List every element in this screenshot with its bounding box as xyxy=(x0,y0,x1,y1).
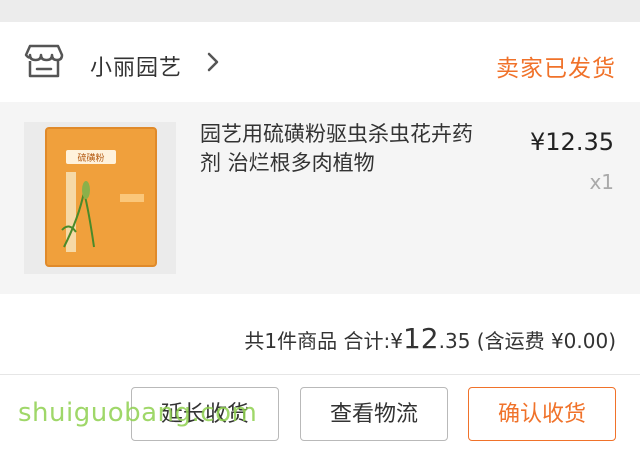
shop-name[interactable]: 小丽园艺 xyxy=(90,50,182,82)
confirm-receipt-button[interactable]: 确认收货 xyxy=(468,387,616,441)
watermark: shuiguobang.com xyxy=(18,398,258,428)
item-price: ¥12.35 xyxy=(530,128,614,156)
product-thumbnail[interactable]: 硫磺粉 xyxy=(24,122,176,274)
total-currency: ¥ xyxy=(390,329,403,353)
item-count: 共1件商品 xyxy=(244,329,338,353)
product-title[interactable]: 园艺用硫磺粉驱虫杀虫花卉药剂 治烂根多肉植物 xyxy=(200,120,475,178)
order-item[interactable]: 硫磺粉 园艺用硫磺粉驱虫杀虫花卉药剂 治烂根多肉植物 ¥12.35 x1 xyxy=(0,102,640,294)
shop-header[interactable]: 小丽园艺 卖家已发货 xyxy=(0,22,640,102)
total-integer: 12 xyxy=(402,322,439,355)
store-icon xyxy=(24,44,64,78)
sulfur-powder-package-image: 硫磺粉 xyxy=(24,122,176,274)
chevron-right-icon[interactable] xyxy=(204,50,222,74)
view-logistics-button[interactable]: 查看物流 xyxy=(300,387,448,441)
shipping-fee: (含运费 ¥0.00) xyxy=(476,329,616,353)
order-status: 卖家已发货 xyxy=(496,56,616,82)
item-quantity: x1 xyxy=(589,170,614,194)
total-decimal: .35 xyxy=(438,329,471,353)
total-label: 合计: xyxy=(343,329,391,353)
order-summary: 共1件商品 合计:¥12.35 (含运费 ¥0.00) xyxy=(0,294,640,375)
top-separator xyxy=(0,0,640,22)
package-label: 硫磺粉 xyxy=(77,152,104,164)
summary-line: 共1件商品 合计:¥12.35 (含运费 ¥0.00) xyxy=(244,322,616,355)
